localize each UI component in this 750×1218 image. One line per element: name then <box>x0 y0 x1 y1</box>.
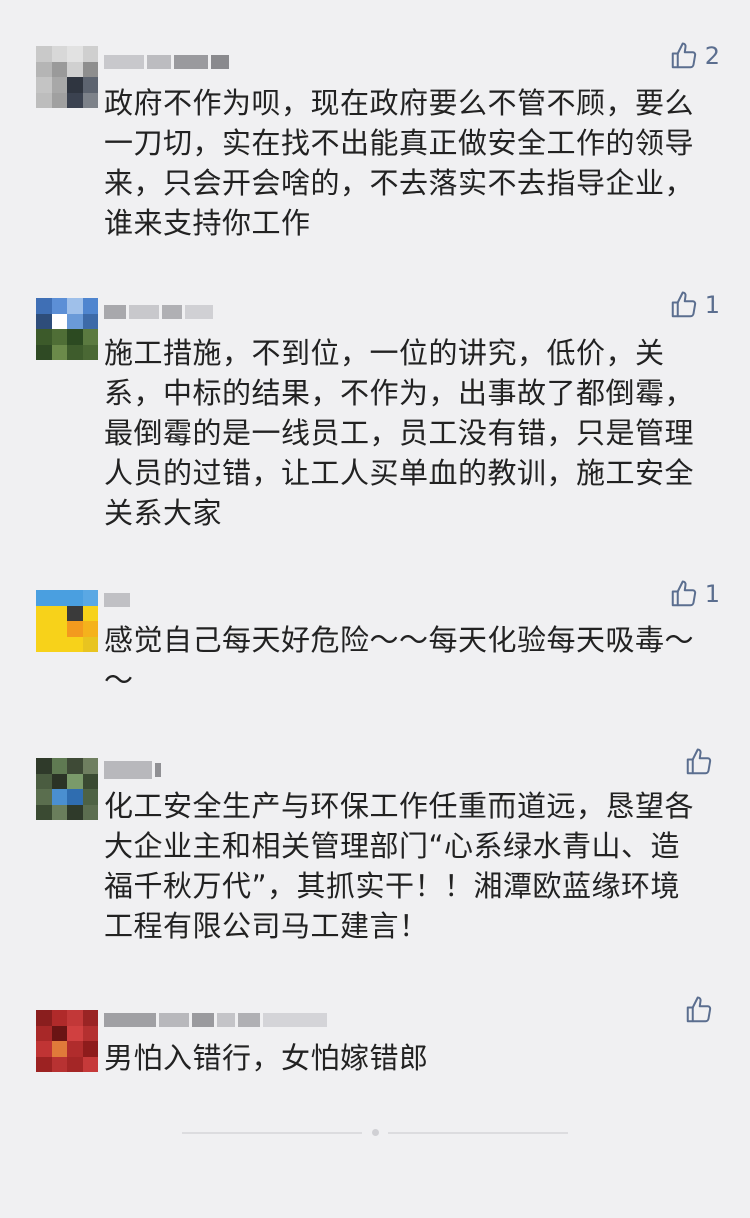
like-button[interactable]: 1 <box>669 290 720 320</box>
like-count: 2 <box>704 42 720 70</box>
comment-text: 施工措施，不到位，一位的讲究，低价，关 系，中标的结果，不作为，出事故了都倒霉，… <box>104 336 695 530</box>
thumbs-up-icon <box>684 747 714 777</box>
username-redacted[interactable] <box>104 760 161 780</box>
avatar[interactable] <box>36 590 98 652</box>
username-redacted[interactable] <box>104 590 130 610</box>
comment-text: 男怕入错行，女怕嫁错郎 <box>104 1041 429 1075</box>
avatar[interactable] <box>36 1010 98 1072</box>
thumbs-up-icon <box>669 41 699 71</box>
footer-divider <box>182 1132 362 1134</box>
comment-text: 政府不作为呗，现在政府要么不管不顾，要么 一刀切，实在找不出能真正做安全工作的领… <box>104 86 695 240</box>
comment-text: 化工安全生产与环保工作任重而道远，恳望各 大企业主和相关管理部门“心系绿水青山、… <box>104 789 695 943</box>
like-button[interactable] <box>684 995 720 1025</box>
like-button[interactable] <box>684 747 720 777</box>
username-redacted[interactable] <box>104 1010 327 1030</box>
like-count: 1 <box>704 291 720 319</box>
like-count: 1 <box>704 580 720 608</box>
footer-dot <box>372 1129 379 1136</box>
comment-text: 感觉自己每天好危险～～每天化验每天吸毒～ ～ <box>104 623 695 697</box>
avatar[interactable] <box>36 758 98 820</box>
thumbs-up-icon <box>684 995 714 1025</box>
like-button[interactable]: 2 <box>669 41 720 71</box>
username-redacted[interactable] <box>104 302 213 322</box>
footer-divider <box>388 1132 568 1134</box>
thumbs-up-icon <box>669 579 699 609</box>
like-button[interactable]: 1 <box>669 579 720 609</box>
avatar[interactable] <box>36 298 98 360</box>
avatar[interactable] <box>36 46 98 108</box>
username-redacted[interactable] <box>104 52 229 72</box>
thumbs-up-icon <box>669 290 699 320</box>
